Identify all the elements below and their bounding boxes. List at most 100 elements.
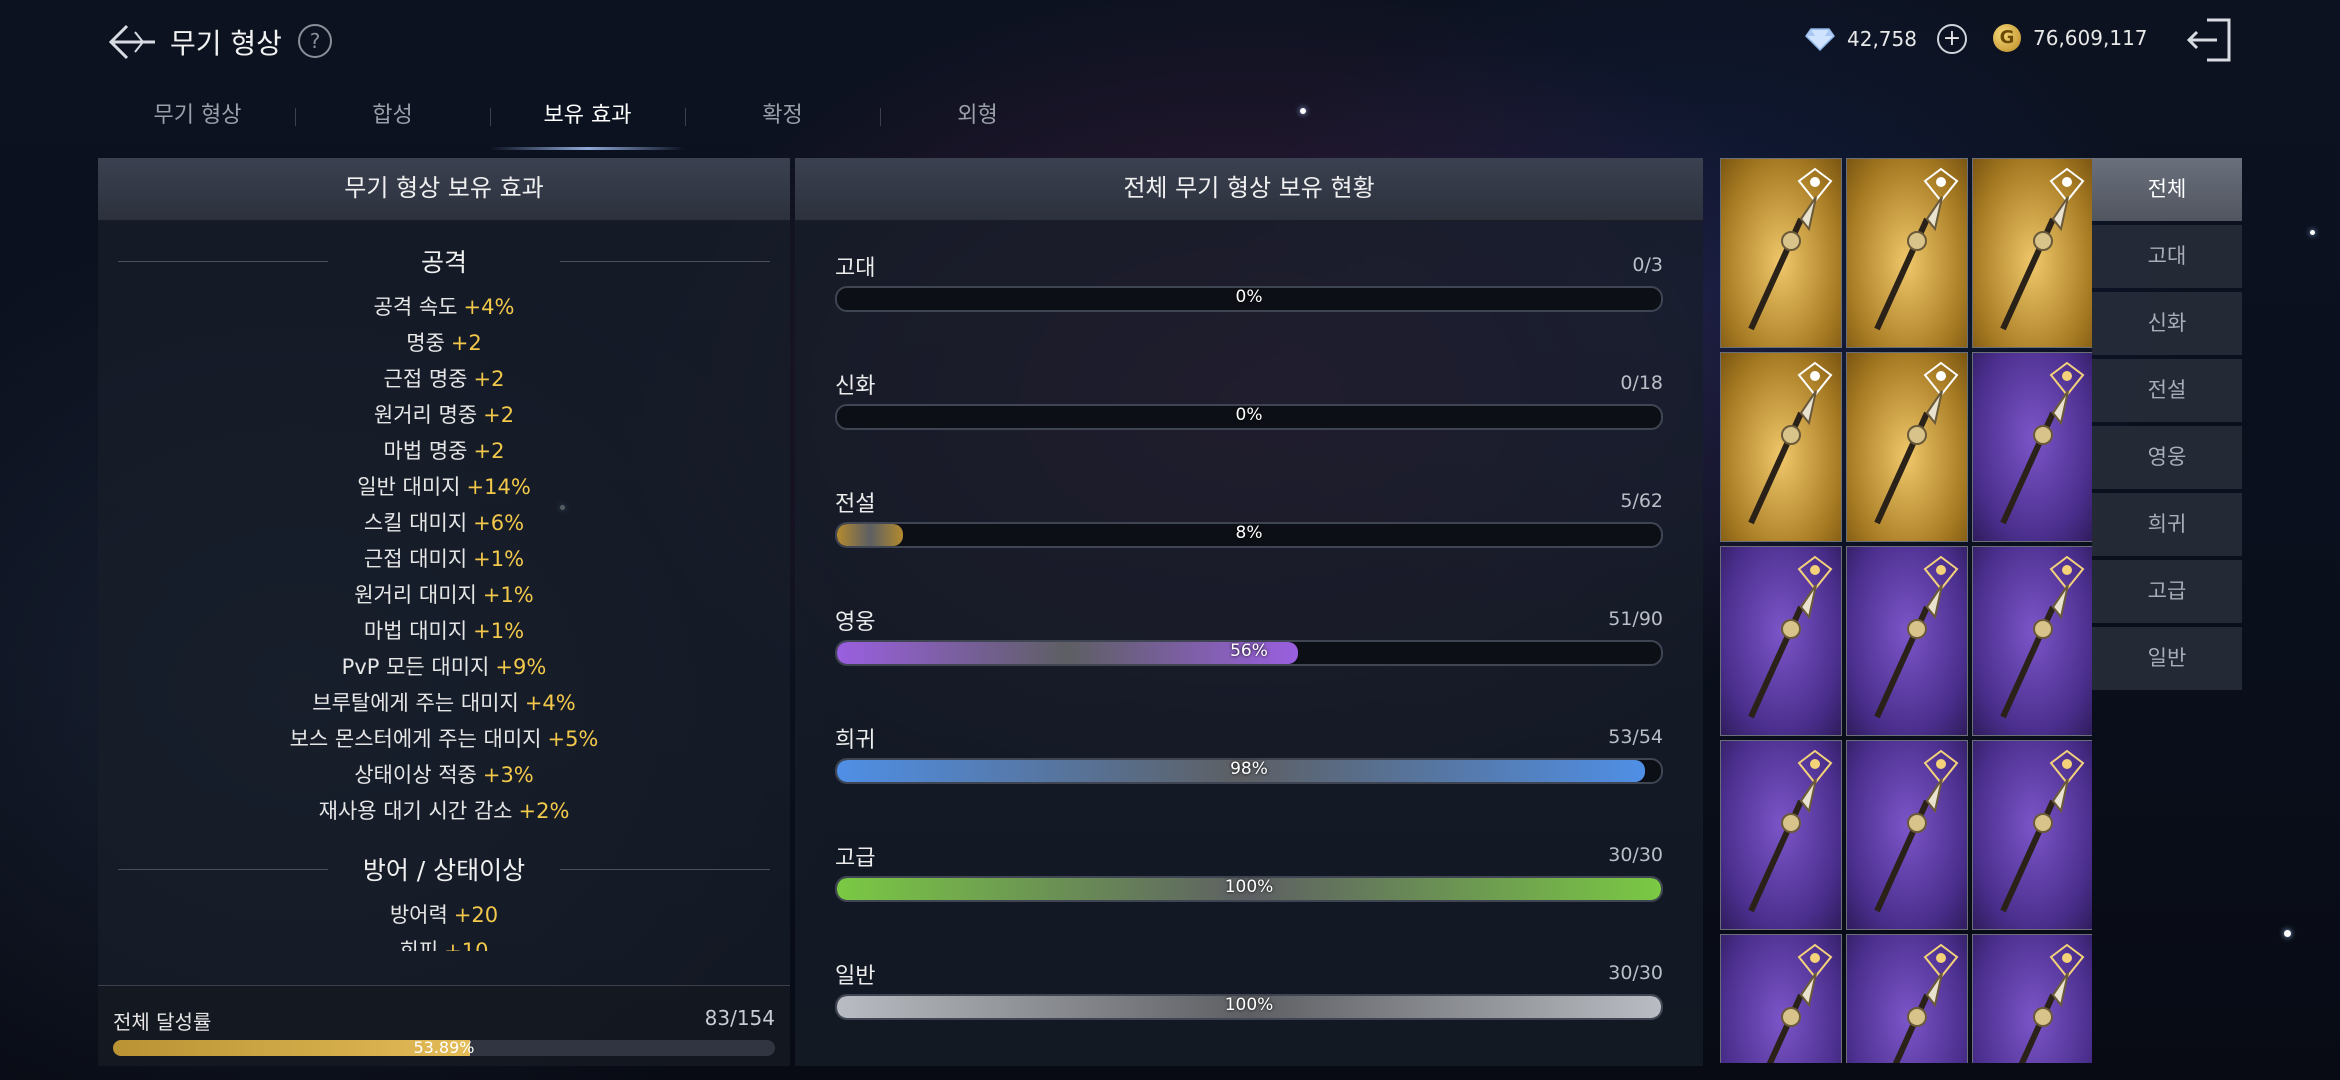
- weapon-card[interactable]: [1972, 352, 2092, 542]
- tab-weapon-appearance[interactable]: 무기 형상: [100, 96, 295, 148]
- effect-row: 상태이상 적중 +3%: [98, 757, 790, 793]
- effect-name: 마법 명중: [383, 439, 468, 463]
- effect-row: 보스 몬스터에게 주는 대미지 +5%: [98, 721, 790, 757]
- weapon-icon: [1766, 972, 1817, 1063]
- weapon-card[interactable]: [1846, 158, 1968, 348]
- exit-icon: [2186, 18, 2231, 62]
- tab-appearance[interactable]: 외형: [880, 96, 1075, 148]
- grade-name: 신화: [835, 374, 876, 399]
- effect-value: +20: [453, 903, 499, 927]
- help-icon[interactable]: ?: [298, 24, 332, 58]
- diamond-amount: 42,758: [1847, 27, 1917, 51]
- effect-name: 마법 대미지: [363, 619, 468, 643]
- grade-filter-3[interactable]: 전설: [2092, 359, 2242, 422]
- weapon-card[interactable]: [1972, 546, 2092, 736]
- grade-count: 51/90: [1608, 608, 1663, 630]
- effects-list[interactable]: 공격 공격 속도 +4% 명중 +2 근접 명중 +2 원거리 명중 +2 마법 명중 +2 일반 …: [98, 221, 790, 951]
- star-decoration: [2310, 230, 2315, 235]
- weapon-icon: [1748, 196, 1817, 331]
- grade-filter-4[interactable]: 영웅: [2092, 426, 2242, 489]
- grade-filter-0[interactable]: 전체: [2092, 158, 2242, 221]
- effect-row: 마법 대미지 +1%: [98, 613, 790, 649]
- weapon-card-grid[interactable]: [1720, 158, 2092, 1063]
- effect-name: 근접 대미지: [363, 547, 468, 571]
- grade-filter-1[interactable]: 고대: [2092, 225, 2242, 288]
- grade-name: 고대: [835, 256, 876, 281]
- weapon-card[interactable]: [1720, 934, 1842, 1063]
- effect-name: 공격 속도: [373, 295, 458, 319]
- weapon-icon: [1874, 778, 1943, 913]
- tab-synthesis[interactable]: 합성: [295, 96, 490, 148]
- weapon-card[interactable]: [1720, 546, 1842, 736]
- effect-row: 일반 대미지 +14%: [98, 469, 790, 505]
- effect-name: 브루탈에게 주는 대미지: [312, 691, 519, 715]
- gold-coin-icon: G: [1993, 24, 2021, 52]
- weapon-card[interactable]: [1846, 740, 1968, 930]
- add-diamond-button[interactable]: +: [1936, 24, 1967, 54]
- effect-row: 명중 +2: [98, 325, 790, 361]
- effect-value: +2: [473, 367, 505, 391]
- effect-row: 회피 +10: [98, 933, 790, 951]
- page-title: 무기 형상: [170, 27, 282, 60]
- tab-bar: 무기 형상 합성 보유 효과 확정 외형: [100, 96, 1075, 150]
- weapon-icon: [2018, 972, 2069, 1063]
- weapon-icon: [1748, 390, 1817, 525]
- overall-progress: 전체 달성률 83/154 53.89%: [98, 985, 790, 1066]
- weapon-icon: [1874, 390, 1943, 525]
- effect-row: 방어력 +20: [98, 897, 790, 933]
- back-button[interactable]: [105, 20, 161, 64]
- effect-name: 명중: [406, 331, 445, 355]
- weapon-card[interactable]: [1720, 158, 1842, 348]
- tab-confirm[interactable]: 확정: [685, 96, 880, 148]
- effect-row: 스킬 대미지 +6%: [98, 505, 790, 541]
- effect-row: 원거리 명중 +2: [98, 397, 790, 433]
- weapon-card[interactable]: [1720, 352, 1842, 542]
- owned-effects-panel: 무기 형상 보유 효과 공격 공격 속도 +4% 명중 +2 근접 명중 +2 원거리 명중…: [98, 158, 790, 1066]
- grade-filter-2[interactable]: 신화: [2092, 292, 2242, 355]
- weapon-icon: [1748, 778, 1817, 913]
- star-decoration: [2284, 930, 2291, 937]
- tab-owned-effects[interactable]: 보유 효과: [490, 96, 685, 150]
- effect-value: +6%: [473, 511, 525, 535]
- effect-value: +4%: [524, 691, 576, 715]
- weapon-card[interactable]: [1846, 934, 1968, 1063]
- grade-filter-list: 전체 고대 신화 전설 영웅 희귀 고급 일반: [2092, 158, 2242, 694]
- gold-currency: G 76,609,117: [1993, 24, 2148, 52]
- weapon-card[interactable]: [1972, 934, 2092, 1063]
- grade-percent: 0%: [1235, 287, 1263, 307]
- weapon-card[interactable]: [1846, 352, 1968, 542]
- weapon-icon: [2000, 196, 2069, 331]
- effect-value: +2: [483, 403, 515, 427]
- attack-section-title: 공격: [98, 243, 790, 279]
- collection-status-title: 전체 무기 형상 보유 현황: [795, 158, 1703, 221]
- effect-name: 재사용 대기 시간 감소: [318, 799, 513, 823]
- effect-value: +10: [444, 939, 489, 951]
- gold-amount: 76,609,117: [2033, 26, 2148, 50]
- effect-name: 회피: [399, 939, 439, 951]
- grade-filter-5[interactable]: 희귀: [2092, 493, 2242, 556]
- grade-filter-7[interactable]: 일반: [2092, 627, 2242, 690]
- weapon-card[interactable]: [1720, 740, 1842, 930]
- grade-progress-row: 고대 0/3 0%: [835, 250, 1663, 330]
- weapon-card[interactable]: [1972, 740, 2092, 930]
- overall-percent: 53.89%: [413, 1038, 475, 1057]
- weapon-card[interactable]: [1846, 546, 1968, 736]
- overall-count: 83/154: [704, 1006, 775, 1030]
- effect-value: +9%: [495, 655, 547, 679]
- grade-filter-6[interactable]: 고급: [2092, 560, 2242, 623]
- grade-count: 30/30: [1608, 844, 1663, 866]
- effect-name: 보스 몬스터에게 주는 대미지: [289, 727, 542, 751]
- effect-name: 근접 명중: [383, 367, 468, 391]
- effect-name: 방어력: [389, 903, 448, 927]
- effect-row: 브루탈에게 주는 대미지 +4%: [98, 685, 790, 721]
- grade-name: 고급: [835, 846, 876, 871]
- grade-name: 영웅: [835, 610, 876, 635]
- grade-percent: 0%: [1235, 405, 1263, 425]
- weapon-card[interactable]: [1972, 158, 2092, 348]
- grade-percent: 8%: [1235, 523, 1263, 543]
- grade-name: 희귀: [835, 728, 876, 753]
- grade-progress-row: 희귀 53/54 98%: [835, 722, 1663, 802]
- back-arrow-icon: [108, 24, 155, 60]
- grade-count: 30/30: [1608, 962, 1663, 984]
- exit-button[interactable]: [2185, 16, 2235, 64]
